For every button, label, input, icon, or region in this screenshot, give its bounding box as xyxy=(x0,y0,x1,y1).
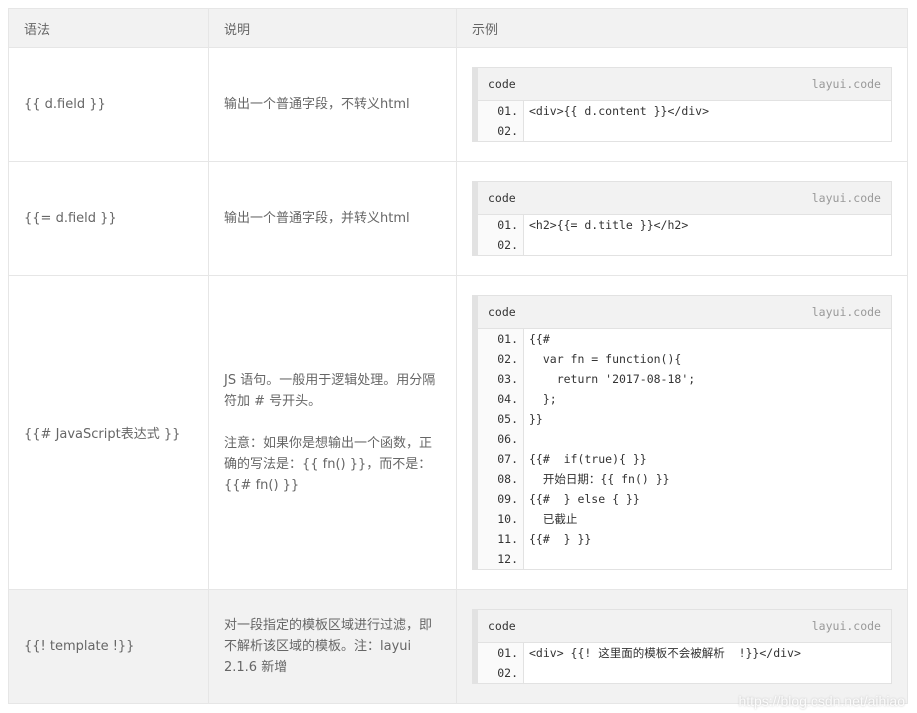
line-number: 07. xyxy=(497,452,518,466)
description-text: 对一段指定的模板区域进行过滤，即不解析该区域的模板。注：layui 2.1.6 … xyxy=(224,618,433,675)
code-header: code layui.code xyxy=(478,296,891,329)
code-line: 11. {{# } }} xyxy=(478,529,891,549)
code-lines: 01. <h2>{{= d.title }}</h2> 02. xyxy=(478,215,891,255)
line-number: 02. xyxy=(497,238,518,252)
line-number: 03. xyxy=(497,372,518,386)
code-line: 02. xyxy=(478,235,891,255)
syntax-table: 语法 说明 示例 {{ d.field }} 输出一个普通字段，不转义html co… xyxy=(8,8,908,704)
line-number: 04. xyxy=(497,392,518,406)
description-cell: 输出一个普通字段，并转义html xyxy=(208,161,457,276)
watermark: https://blog.csdn.net/aihiao xyxy=(738,693,905,709)
code-text: }} xyxy=(529,412,543,426)
table-row: {{ d.field }} 输出一个普通字段，不转义html code layui.c… xyxy=(8,47,908,162)
description-cell: 输出一个普通字段，不转义html xyxy=(208,47,457,162)
code-text: 已截止 xyxy=(529,512,578,526)
code-block: code layui.code 01. <div>{{ d.content }}</d… xyxy=(472,67,892,142)
line-number: 05. xyxy=(497,412,518,426)
code-line: 01. <h2>{{= d.title }}</h2> xyxy=(478,215,891,235)
header-example: 示例 xyxy=(456,8,908,48)
line-number: 02. xyxy=(497,352,518,366)
example-cell: code layui.code 01. {{# 02. var fn = functio… xyxy=(456,275,908,590)
line-number: 10. xyxy=(497,512,518,526)
description-cell: JS 语句。一般用于逻辑处理。用分隔符加 # 号开头。注意：如果你是想输出一个函… xyxy=(208,275,457,590)
code-line: 08. 开始日期：{{ fn() }} xyxy=(478,469,891,489)
table-row: {{= d.field }} 输出一个普通字段，并转义html code layui.… xyxy=(8,161,908,276)
line-number: 11. xyxy=(497,532,518,546)
code-lines: 01. {{# 02. var fn = function(){03. return… xyxy=(478,329,891,569)
code-header: code layui.code xyxy=(478,68,891,101)
code-line: 02. var fn = function(){ xyxy=(478,349,891,369)
code-text: return '2017-08-18'; xyxy=(529,372,696,386)
line-number: 06. xyxy=(497,432,518,446)
code-block: code layui.code 01. <h2>{{= d.title }}</h2>… xyxy=(472,181,892,256)
code-brand: layui.code xyxy=(811,305,881,319)
line-number: 02. xyxy=(497,666,518,680)
syntax-cell: {{ d.field }} xyxy=(8,47,209,162)
table-row: {{# JavaScript表达式 }} JS 语句。一般用于逻辑处理。用分隔符加… xyxy=(8,275,908,590)
header-syntax: 语法 xyxy=(8,8,209,48)
code-label: code xyxy=(488,77,516,91)
code-line: 10. 已截止 xyxy=(478,509,891,529)
code-brand: layui.code xyxy=(811,77,881,91)
line-number: 12. xyxy=(497,552,518,566)
code-text: <div> {{! 这里面的模板不会被解析 !}}</div> xyxy=(529,646,801,660)
code-text: var fn = function(){ xyxy=(529,352,682,366)
description-text: 输出一个普通字段，并转义html xyxy=(224,211,410,226)
code-text: {{# if(true){ }} xyxy=(529,452,647,466)
code-line: 01. <div>{{ d.content }}</div> xyxy=(478,101,891,121)
syntax-cell: {{# JavaScript表达式 }} xyxy=(8,275,209,590)
line-number: 01. xyxy=(497,104,518,118)
code-line: 02. xyxy=(478,663,891,683)
description-text: 输出一个普通字段，不转义html xyxy=(224,97,410,112)
description-text: 注意：如果你是想输出一个函数，正确的写法是：{{ fn() }}，而不是：{{#… xyxy=(224,435,433,493)
description-cell: 对一段指定的模板区域进行过滤，即不解析该区域的模板。注：layui 2.1.6 … xyxy=(208,589,457,704)
code-lines: 01. <div> {{! 这里面的模板不会被解析 !}}</div> 02. xyxy=(478,643,891,683)
example-cell: code layui.code 01. <div> {{! 这里面的模板不会被解析 !… xyxy=(456,589,908,704)
code-line: 01. <div> {{! 这里面的模板不会被解析 !}}</div> xyxy=(478,643,891,663)
code-header: code layui.code xyxy=(478,182,891,215)
line-number: 01. xyxy=(497,218,518,232)
code-line: 04. }; xyxy=(478,389,891,409)
code-text: {{# } }} xyxy=(529,532,592,546)
code-block: code layui.code 01. <div> {{! 这里面的模板不会被解析 !… xyxy=(472,609,892,684)
example-cell: code layui.code 01. <h2>{{= d.title }}</h2>… xyxy=(456,161,908,276)
code-line: 02. xyxy=(478,121,891,141)
table-row: {{! template !}} 对一段指定的模板区域进行过滤，即不解析该区域的模… xyxy=(8,589,908,704)
code-label: code xyxy=(488,191,516,205)
code-label: code xyxy=(488,619,516,633)
code-line: 03. return '2017-08-18'; xyxy=(478,369,891,389)
description-text: JS 语句。一般用于逻辑处理。用分隔符加 # 号开头。 xyxy=(224,372,436,409)
code-brand: layui.code xyxy=(811,191,881,205)
table-header-row: 语法 说明 示例 xyxy=(8,8,908,48)
syntax-cell: {{! template !}} xyxy=(8,589,209,704)
code-text: }; xyxy=(529,392,557,406)
code-line: 12. xyxy=(478,549,891,569)
code-block: code layui.code 01. {{# 02. var fn = functio… xyxy=(472,295,892,570)
syntax-cell: {{= d.field }} xyxy=(8,161,209,276)
line-number: 08. xyxy=(497,472,518,486)
code-text: 开始日期：{{ fn() }} xyxy=(529,472,670,486)
code-text: <h2>{{= d.title }}</h2> xyxy=(529,218,689,232)
code-line: 01. {{# xyxy=(478,329,891,349)
line-number: 09. xyxy=(497,492,518,506)
code-lines: 01. <div>{{ d.content }}</div> 02. xyxy=(478,101,891,141)
code-line: 05.}} xyxy=(478,409,891,429)
code-brand: layui.code xyxy=(811,619,881,633)
code-label: code xyxy=(488,305,516,319)
code-line: 09. {{# } else { }} xyxy=(478,489,891,509)
code-text: <div>{{ d.content }}</div> xyxy=(529,104,710,118)
line-number: 01. xyxy=(497,646,518,660)
line-number: 01. xyxy=(497,332,518,346)
code-header: code layui.code xyxy=(478,610,891,643)
code-line: 07. {{# if(true){ }} xyxy=(478,449,891,469)
code-text: {{# xyxy=(529,332,550,346)
code-line: 06. xyxy=(478,429,891,449)
code-text: {{# } else { }} xyxy=(529,492,640,506)
line-number: 02. xyxy=(497,124,518,138)
header-description: 说明 xyxy=(208,8,457,48)
example-cell: code layui.code 01. <div>{{ d.content }}</d… xyxy=(456,47,908,162)
